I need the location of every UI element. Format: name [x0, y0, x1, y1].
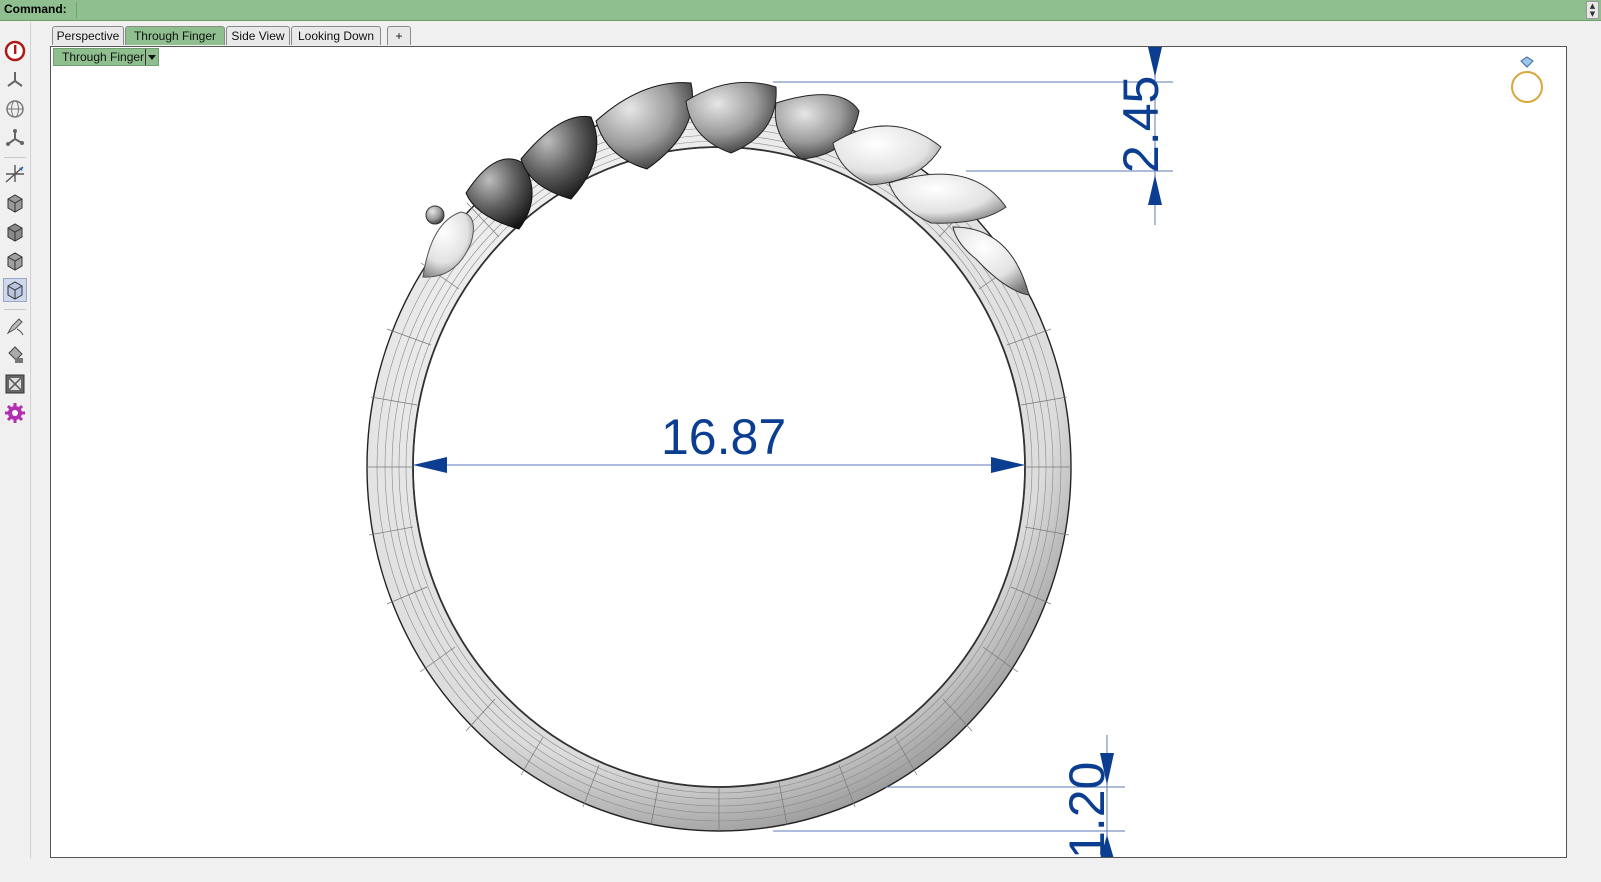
grid-box-icon[interactable] — [3, 372, 27, 396]
bottom-margin — [30, 858, 1601, 882]
chevron-down-icon[interactable] — [145, 49, 158, 65]
tripod-icon[interactable] — [3, 126, 27, 150]
diameter-value: 16.87 — [661, 409, 787, 465]
top-height-value: 2.45 — [1113, 75, 1169, 173]
paint-bucket-icon[interactable] — [3, 343, 27, 367]
command-label: Command: — [4, 2, 67, 16]
viewport[interactable]: 16.87 2.45 1.20 Through Finger — [50, 46, 1567, 858]
globe-icon[interactable] — [3, 97, 27, 121]
box-view-2-icon[interactable] — [3, 220, 27, 244]
box-view-1-icon[interactable] — [3, 191, 27, 215]
gemstone-cluster — [422, 81, 1030, 296]
command-bar: Command: ▲ ▼ — [0, 0, 1601, 21]
ring-scene — [366, 47, 1543, 857]
right-margin — [1567, 22, 1601, 882]
move-axis-icon[interactable] — [3, 162, 27, 186]
gear-icon[interactable] — [3, 401, 27, 425]
viewport-title[interactable]: Through Finger — [53, 48, 159, 66]
tab-looking-down[interactable]: Looking Down — [291, 26, 381, 45]
3d-axes-icon[interactable] — [3, 68, 27, 92]
band-thickness-value: 1.20 — [1059, 761, 1115, 858]
ring-icon[interactable] — [1511, 56, 1543, 103]
tab-through-finger[interactable]: Through Finger — [125, 26, 225, 45]
add-tab-button[interactable]: + — [387, 26, 411, 45]
stop-icon[interactable] — [3, 39, 27, 63]
box-view-4-icon[interactable] — [3, 278, 27, 302]
command-scroll-buttons[interactable]: ▲ ▼ — [1586, 1, 1599, 19]
command-input[interactable] — [76, 2, 1577, 18]
pen-tool-icon[interactable] — [3, 314, 27, 338]
tab-perspective[interactable]: Perspective — [52, 26, 124, 45]
left-toolbar — [0, 22, 31, 882]
viewport-title-label: Through Finger — [62, 50, 145, 64]
tab-side-view[interactable]: Side View — [226, 26, 290, 45]
box-view-3-icon[interactable] — [3, 249, 27, 273]
